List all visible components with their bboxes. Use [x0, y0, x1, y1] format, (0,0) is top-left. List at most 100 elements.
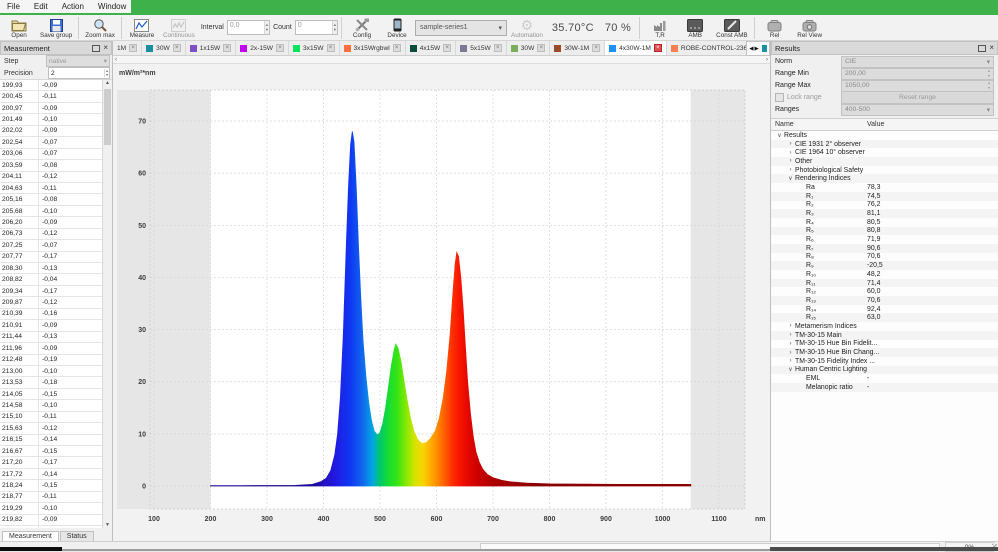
table-row[interactable]: 209,34-0,17 [0, 286, 103, 297]
table-row[interactable]: 214,58-0,10 [0, 400, 103, 411]
table-row[interactable]: 218,24-0,15 [0, 480, 103, 491]
precision-spin-arrows[interactable]: ▴▾ [104, 69, 109, 77]
table-row[interactable]: 207,77-0,17 [0, 252, 103, 263]
scroll-up-icon[interactable]: ▲ [105, 80, 110, 86]
tree-expander-icon[interactable]: ∨ [775, 132, 784, 139]
tree-row[interactable]: R₁₄92,4 [771, 305, 998, 314]
series-select[interactable]: sample-series1 ▾ [415, 20, 507, 36]
scroll-right-icon[interactable]: › [766, 57, 768, 63]
close-icon[interactable]: × [103, 44, 108, 52]
ranges-select[interactable]: 400-500 ▾ [841, 104, 994, 116]
tab-close-icon[interactable]: × [223, 44, 231, 52]
float-window-icon[interactable] [92, 45, 100, 52]
range-min-spin-arrows[interactable]: ▴▾ [988, 69, 990, 77]
table-row[interactable]: 210,91-0,09 [0, 320, 103, 331]
tab-close-icon[interactable]: × [129, 44, 137, 52]
table-row[interactable]: 220,34-0,22 [0, 526, 103, 528]
open-button[interactable]: Open [2, 15, 36, 40]
norm-select[interactable]: CIE ▾ [841, 56, 994, 68]
tree-row[interactable]: ›CIE 1931 2° observer [771, 140, 998, 149]
table-scrollbar[interactable]: ▲ ▼ [102, 80, 112, 528]
table-row[interactable]: 203,06-0,07 [0, 149, 103, 160]
tree-row[interactable]: R₇90,6 [771, 244, 998, 253]
series-tab[interactable]: 3x15Wrgbwl× [340, 41, 406, 55]
table-row[interactable]: 207,25-0,07 [0, 240, 103, 251]
range-max-spinbox[interactable]: 1050,00 ▴▾ [841, 80, 994, 92]
tree-row[interactable]: ∨Results [771, 131, 998, 140]
tab-scroll-buttons[interactable]: ◀ ▶ [746, 41, 770, 56]
tree-row[interactable]: ›Metamerism Indices [771, 322, 998, 331]
table-row[interactable]: 216,15-0,14 [0, 435, 103, 446]
menu-file[interactable]: File [0, 0, 27, 13]
tree-row[interactable]: ∨Human Centric Lighting [771, 366, 998, 375]
table-row[interactable]: 215,10-0,11 [0, 412, 103, 423]
tab-close-icon[interactable]: × [592, 44, 600, 52]
tab-close-icon[interactable]: × [173, 44, 181, 52]
tree-row[interactable]: ∨Rendering Indices [771, 174, 998, 183]
tree-expander-icon[interactable]: › [786, 341, 795, 347]
table-row[interactable]: 216,67-0,15 [0, 446, 103, 457]
rel-view-button[interactable]: Rel View [793, 15, 827, 40]
tree-row[interactable]: R₈70,6 [771, 253, 998, 262]
tab-status[interactable]: Status [60, 531, 94, 541]
zoom-max-button[interactable]: Zoom max [82, 15, 118, 40]
amb-button[interactable]: AMB [678, 15, 712, 40]
tree-expander-icon[interactable]: › [786, 350, 795, 356]
tree-row[interactable]: R₄80,5 [771, 218, 998, 227]
automation-button[interactable]: ⚙ Automation [508, 15, 546, 40]
tree-expander-icon[interactable]: › [786, 167, 795, 173]
close-icon[interactable]: × [989, 44, 994, 52]
series-tab[interactable]: 30W× [507, 41, 551, 55]
tree-row[interactable]: ›TM-30-15 Hue Bin Fidelit... [771, 340, 998, 349]
tree-expander-icon[interactable]: › [786, 323, 795, 329]
interval-spin-arrows[interactable]: ▴▾ [264, 21, 269, 34]
tree-row[interactable]: R₁₀48,2 [771, 270, 998, 279]
table-row[interactable]: 211,44-0,13 [0, 332, 103, 343]
table-row[interactable]: 204,63-0,11 [0, 183, 103, 194]
series-tab[interactable]: 2x-15W× [236, 41, 289, 55]
tree-row[interactable]: R₅80,8 [771, 227, 998, 236]
table-row[interactable]: 208,82-0,04 [0, 274, 103, 285]
tree-row[interactable]: R₁₃70,6 [771, 296, 998, 305]
tree-row[interactable]: Ra78,3 [771, 183, 998, 192]
tab-close-icon[interactable]: × [654, 44, 662, 52]
tree-row[interactable]: R₆71,9 [771, 235, 998, 244]
range-max-spin-arrows[interactable]: ▴▾ [988, 81, 990, 89]
tree-row[interactable]: R₂76,2 [771, 201, 998, 210]
table-row[interactable]: 201,49-0,10 [0, 114, 103, 125]
table-row[interactable]: 217,20-0,17 [0, 457, 103, 468]
tab-close-icon[interactable]: × [393, 44, 401, 52]
series-tab[interactable]: 4x15W× [406, 41, 457, 55]
interval-spinbox[interactable]: 0,0 ▴▾ [227, 20, 270, 35]
tree-row[interactable]: R₉-20,5 [771, 261, 998, 270]
tab-scroll-right-icon[interactable]: ▶ [755, 46, 759, 52]
lock-range-checkbox[interactable] [775, 93, 784, 102]
tree-expander-icon[interactable]: ∨ [786, 366, 795, 373]
table-row[interactable]: 202,02-0,09 [0, 126, 103, 137]
table-row[interactable]: 208,30-0,13 [0, 263, 103, 274]
count-spin-arrows[interactable]: ▴▾ [332, 21, 337, 34]
table-row[interactable]: 203,59-0,08 [0, 160, 103, 171]
table-row[interactable]: 200,45-0,11 [0, 91, 103, 102]
table-row[interactable]: 206,73-0,12 [0, 229, 103, 240]
table-row[interactable]: 205,16-0,08 [0, 194, 103, 205]
table-row[interactable]: 200,97-0,09 [0, 103, 103, 114]
precision-spinbox[interactable]: 2 ▴▾ [48, 67, 110, 79]
range-min-spinbox[interactable]: 200,00 ▴▾ [841, 68, 994, 80]
count-spinbox[interactable]: 0 ▴▾ [295, 20, 338, 35]
table-row[interactable]: 210,39-0,16 [0, 309, 103, 320]
scroll-down-icon[interactable]: ▼ [105, 522, 110, 528]
table-row[interactable]: 215,63-0,12 [0, 423, 103, 434]
table-row[interactable]: 218,77-0,11 [0, 492, 103, 503]
table-row[interactable]: 213,53-0,18 [0, 377, 103, 388]
tree-row[interactable]: ›TM-30-15 Hue Bin Chang... [771, 348, 998, 357]
measure-button[interactable]: Measure [125, 15, 159, 40]
step-select[interactable]: native ▾ [46, 55, 110, 67]
table-row[interactable]: 209,87-0,12 [0, 297, 103, 308]
tree-row[interactable]: R₁74,5 [771, 192, 998, 201]
table-row[interactable]: 204,11-0,12 [0, 172, 103, 183]
tab-measurement[interactable]: Measurement [2, 531, 59, 541]
float-window-icon[interactable] [978, 45, 986, 52]
scroll-left-icon[interactable]: ‹ [115, 57, 117, 63]
menu-edit[interactable]: Edit [27, 0, 55, 13]
